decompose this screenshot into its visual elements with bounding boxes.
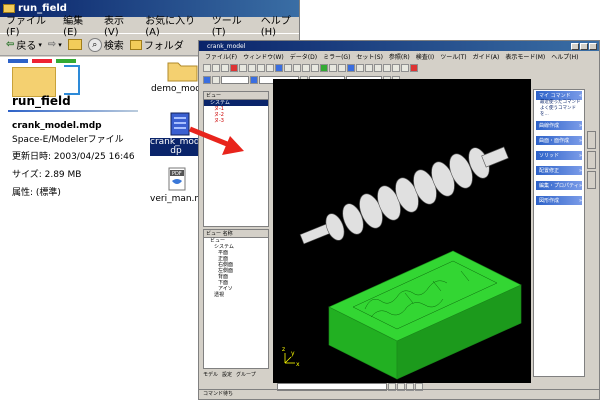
red-arrow-annotation: [189, 126, 244, 155]
screenshot-root: run_field ファイル(F) 編集(E) 表示(V) お気に入り(A) ツ…: [0, 0, 600, 400]
